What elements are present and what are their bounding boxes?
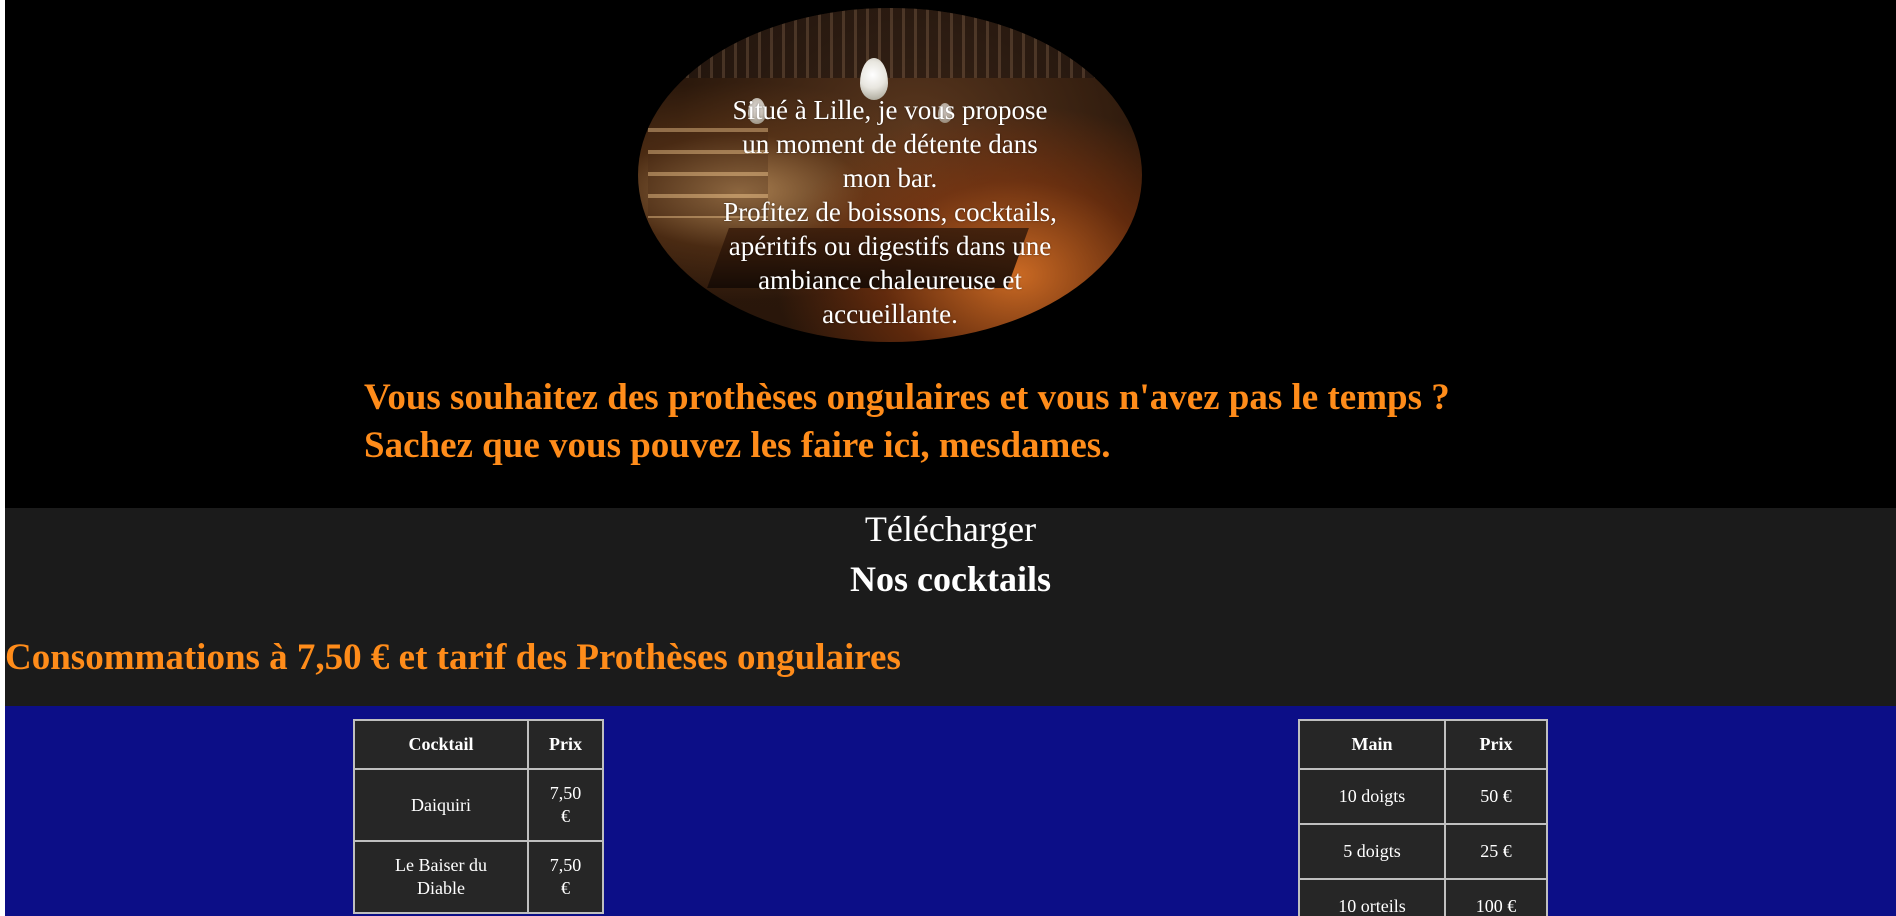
cell-text: Le Baiser du [395, 855, 487, 875]
prices-heading: Consommations à 7,50 € et tarif des Prot… [5, 637, 901, 678]
page: Situé à Lille, je vous propose un moment… [5, 0, 1896, 916]
intro-text: Situé à Lille, je vous propose un moment… [700, 93, 1080, 331]
price-cell: 50 € [1444, 768, 1548, 825]
column-header-price: Prix [527, 719, 604, 770]
cell-text: 7,50 [549, 783, 582, 803]
intro-line: mon bar. [842, 163, 938, 193]
table-row: 10 orteils 100 € [1298, 878, 1548, 916]
service-name-cell: 10 doigts [1298, 768, 1446, 825]
download-link[interactable]: Télécharger [5, 508, 1896, 550]
cell-text: Daiquiri [411, 794, 471, 815]
nails-price-table: Main Prix 10 doigts 50 € 5 doigts 25 € 1… [1298, 719, 1548, 916]
price-cell: 25 € [1444, 823, 1548, 880]
intro-line: ambiance chaleureuse et [758, 265, 1022, 295]
table-row: Daiquiri 7,50 € [353, 768, 604, 842]
cell-text: 7,50 [549, 855, 582, 875]
column-header-price: Prix [1444, 719, 1548, 770]
price-cell: 100 € [1444, 878, 1548, 916]
intro-line: accueillante. [822, 299, 958, 329]
price-tables-section [5, 706, 1896, 916]
service-name-cell: 5 doigts [1298, 823, 1446, 880]
table-row: Le Baiser du Diable 7,50 € [353, 840, 604, 914]
promo-line-1: Vous souhaitez des prothèses ongulaires … [364, 377, 1450, 418]
promo-line-2: Sachez que vous pouvez les faire ici, me… [364, 425, 1111, 466]
ceiling-decor [638, 8, 1142, 78]
cocktail-name-cell: Le Baiser du Diable [353, 840, 529, 914]
intro-line: Profitez de boissons, cocktails, [723, 197, 1057, 227]
table-header-row: Main Prix [1298, 719, 1548, 770]
service-name-cell: 10 orteils [1298, 878, 1446, 916]
intro-line: apéritifs ou digestifs dans une [728, 231, 1052, 261]
cell-text: Diable [417, 878, 465, 898]
column-header-main: Main [1298, 719, 1446, 770]
bar-photo-oval: Situé à Lille, je vous propose un moment… [638, 8, 1142, 342]
column-header-cocktail: Cocktail [353, 719, 529, 770]
cocktails-title: Nos cocktails [850, 559, 1051, 599]
cell-text: € [561, 878, 570, 898]
cell-text: € [561, 806, 570, 826]
promo-text: Vous souhaitez des prothèses ongulaires … [364, 374, 1450, 470]
table-row: 10 doigts 50 € [1298, 768, 1548, 825]
intro-line: Situé à Lille, je vous propose [732, 95, 1048, 125]
hero-section: Situé à Lille, je vous propose un moment… [5, 0, 1896, 508]
table-header-row: Cocktail Prix [353, 719, 604, 770]
cocktail-name-cell: Daiquiri [353, 768, 529, 842]
intro-line: un moment de détente dans [742, 129, 1038, 159]
table-row: 5 doigts 25 € [1298, 823, 1548, 880]
price-cell: 7,50 € [527, 768, 604, 842]
price-cell: 7,50 € [527, 840, 604, 914]
cocktail-price-table: Cocktail Prix Daiquiri 7,50 € Le Baiser … [353, 719, 604, 914]
